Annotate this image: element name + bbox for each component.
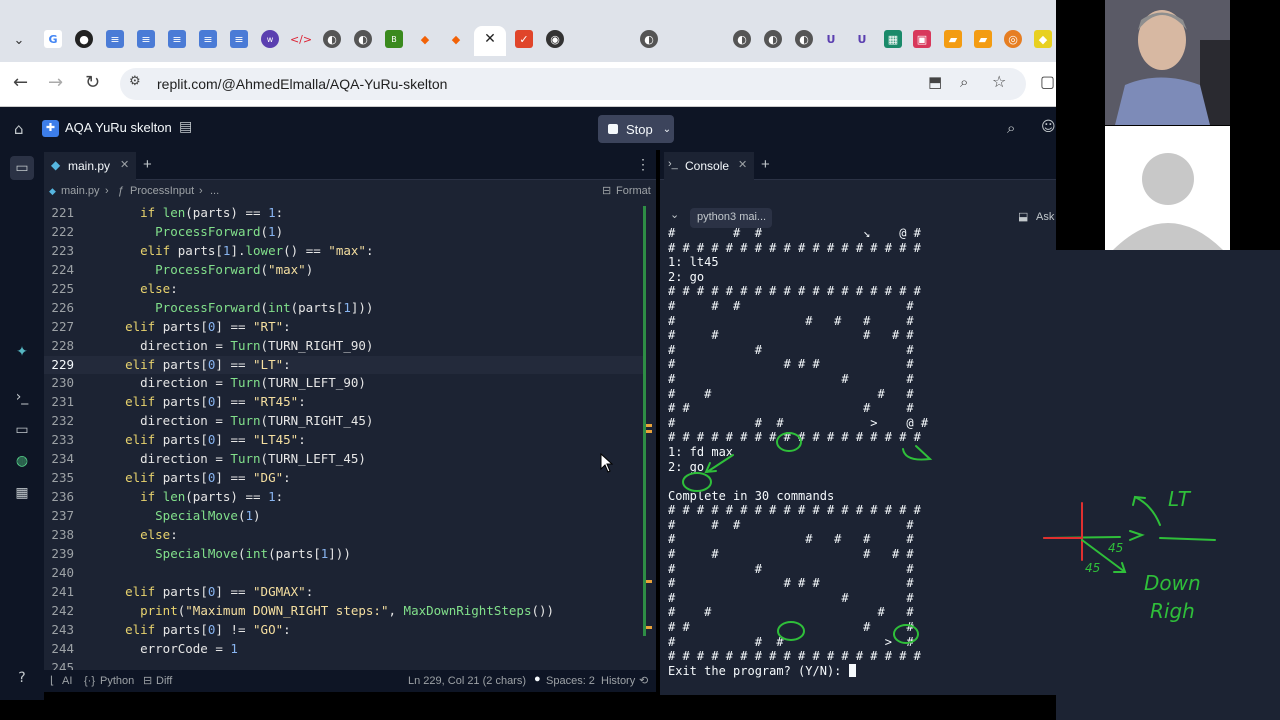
ink-stroke bbox=[1159, 537, 1216, 541]
ink-text-45: 45 bbox=[1085, 561, 1100, 575]
mouse-cursor bbox=[600, 453, 614, 473]
ink-text-right: Righ bbox=[1150, 599, 1195, 623]
ink-circle bbox=[893, 624, 919, 644]
ink-annotations: LT 45 45 Down Righ bbox=[682, 432, 1216, 644]
ink-arrowhead bbox=[1129, 530, 1145, 541]
ink-stroke bbox=[902, 445, 933, 461]
ink-circle bbox=[777, 621, 805, 641]
ink-circle bbox=[776, 432, 802, 452]
ink-arrow bbox=[1134, 496, 1161, 526]
ink-text-down: Down bbox=[1144, 571, 1201, 595]
ink-text-45: 45 bbox=[1108, 541, 1123, 555]
ink-arrow bbox=[706, 454, 734, 473]
ink-circle bbox=[682, 472, 712, 492]
ink-text-lt: LT bbox=[1168, 487, 1192, 511]
